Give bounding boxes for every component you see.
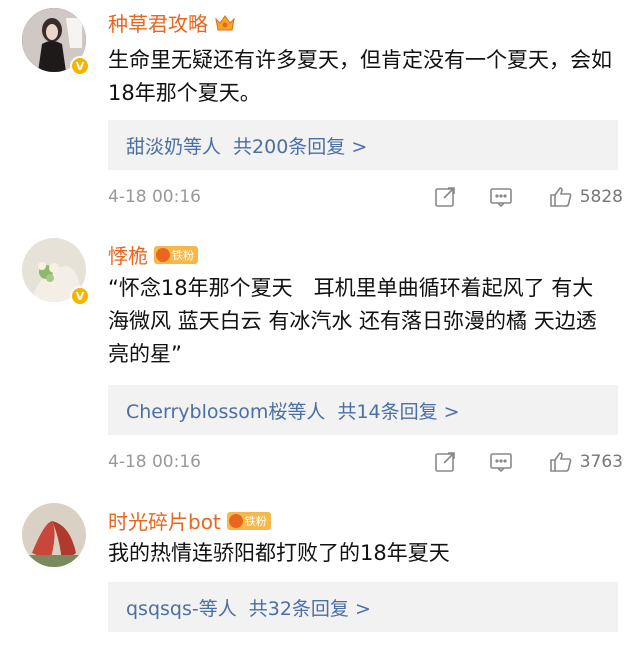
reply-count: 共200条回复 > [233, 135, 368, 158]
comment-time: 4-18 00:16 [108, 187, 201, 207]
reply-users: qsqsqs-等人 [126, 597, 237, 620]
comment-meta: 4-18 00:16 5828 [108, 182, 623, 212]
reply-users: 甜淡奶等人 [126, 135, 222, 158]
user-name[interactable]: 种草君攻略 [108, 8, 208, 37]
user-name-row: 悸桅 铁粉 [108, 240, 198, 269]
fan-badge: 铁粉 [154, 245, 198, 264]
like-count: 5828 [579, 187, 623, 207]
comment-icon[interactable] [488, 184, 514, 210]
avatar[interactable]: V [22, 238, 92, 308]
user-name-row: 种草君攻略 [108, 8, 236, 37]
comment-meta: 4-18 00:16 3763 [108, 447, 623, 477]
avatar[interactable] [22, 503, 92, 573]
comment-text: “怀念18年那个夏天 耳机里单曲循环着起风了 有大海微风 蓝天白云 有冰汽水 还… [108, 276, 597, 366]
share-icon[interactable] [432, 449, 458, 475]
user-name[interactable]: 时光碎片bot [108, 506, 221, 535]
like-icon[interactable] [548, 184, 574, 210]
comment-time: 4-18 00:16 [108, 452, 201, 472]
like-icon[interactable] [548, 449, 574, 475]
comment-icon[interactable] [488, 449, 514, 475]
reply-summary-link[interactable]: qsqsqs-等人 共32条回复 > [108, 582, 618, 632]
user-name[interactable]: 悸桅 [108, 240, 148, 269]
reply-users: Cherryblossom桜等人 [126, 400, 326, 423]
comment-text: 生命里无疑还有许多夏天，但肯定没有一个夏天，会如18年那个夏天。 [108, 48, 612, 105]
user-name-row: 时光碎片bot 铁粉 [108, 506, 271, 535]
reply-summary-link[interactable]: 甜淡奶等人 共200条回复 > [108, 120, 618, 170]
avatar[interactable]: V [22, 8, 92, 78]
fan-badge-label: 铁粉 [244, 514, 267, 528]
comment-text: 我的热情连骄阳都打败了的18年夏天 [108, 541, 450, 565]
verified-badge-icon: V [70, 286, 90, 306]
fan-badge-label: 铁粉 [172, 248, 194, 262]
crown-badge-icon [228, 513, 243, 528]
reply-count: 共32条回复 > [248, 597, 371, 620]
like-count: 3763 [579, 452, 623, 472]
verified-badge-icon: V [70, 56, 90, 76]
fan-badge: 铁粉 [226, 511, 271, 530]
crown-badge-icon [156, 247, 170, 262]
avatar-image-icon [22, 503, 86, 567]
reply-summary-link[interactable]: Cherryblossom桜等人 共14条回复 > [108, 385, 618, 435]
crown-badge-icon [214, 13, 236, 33]
share-icon[interactable] [432, 184, 458, 210]
reply-count: 共14条回复 > [337, 400, 460, 423]
